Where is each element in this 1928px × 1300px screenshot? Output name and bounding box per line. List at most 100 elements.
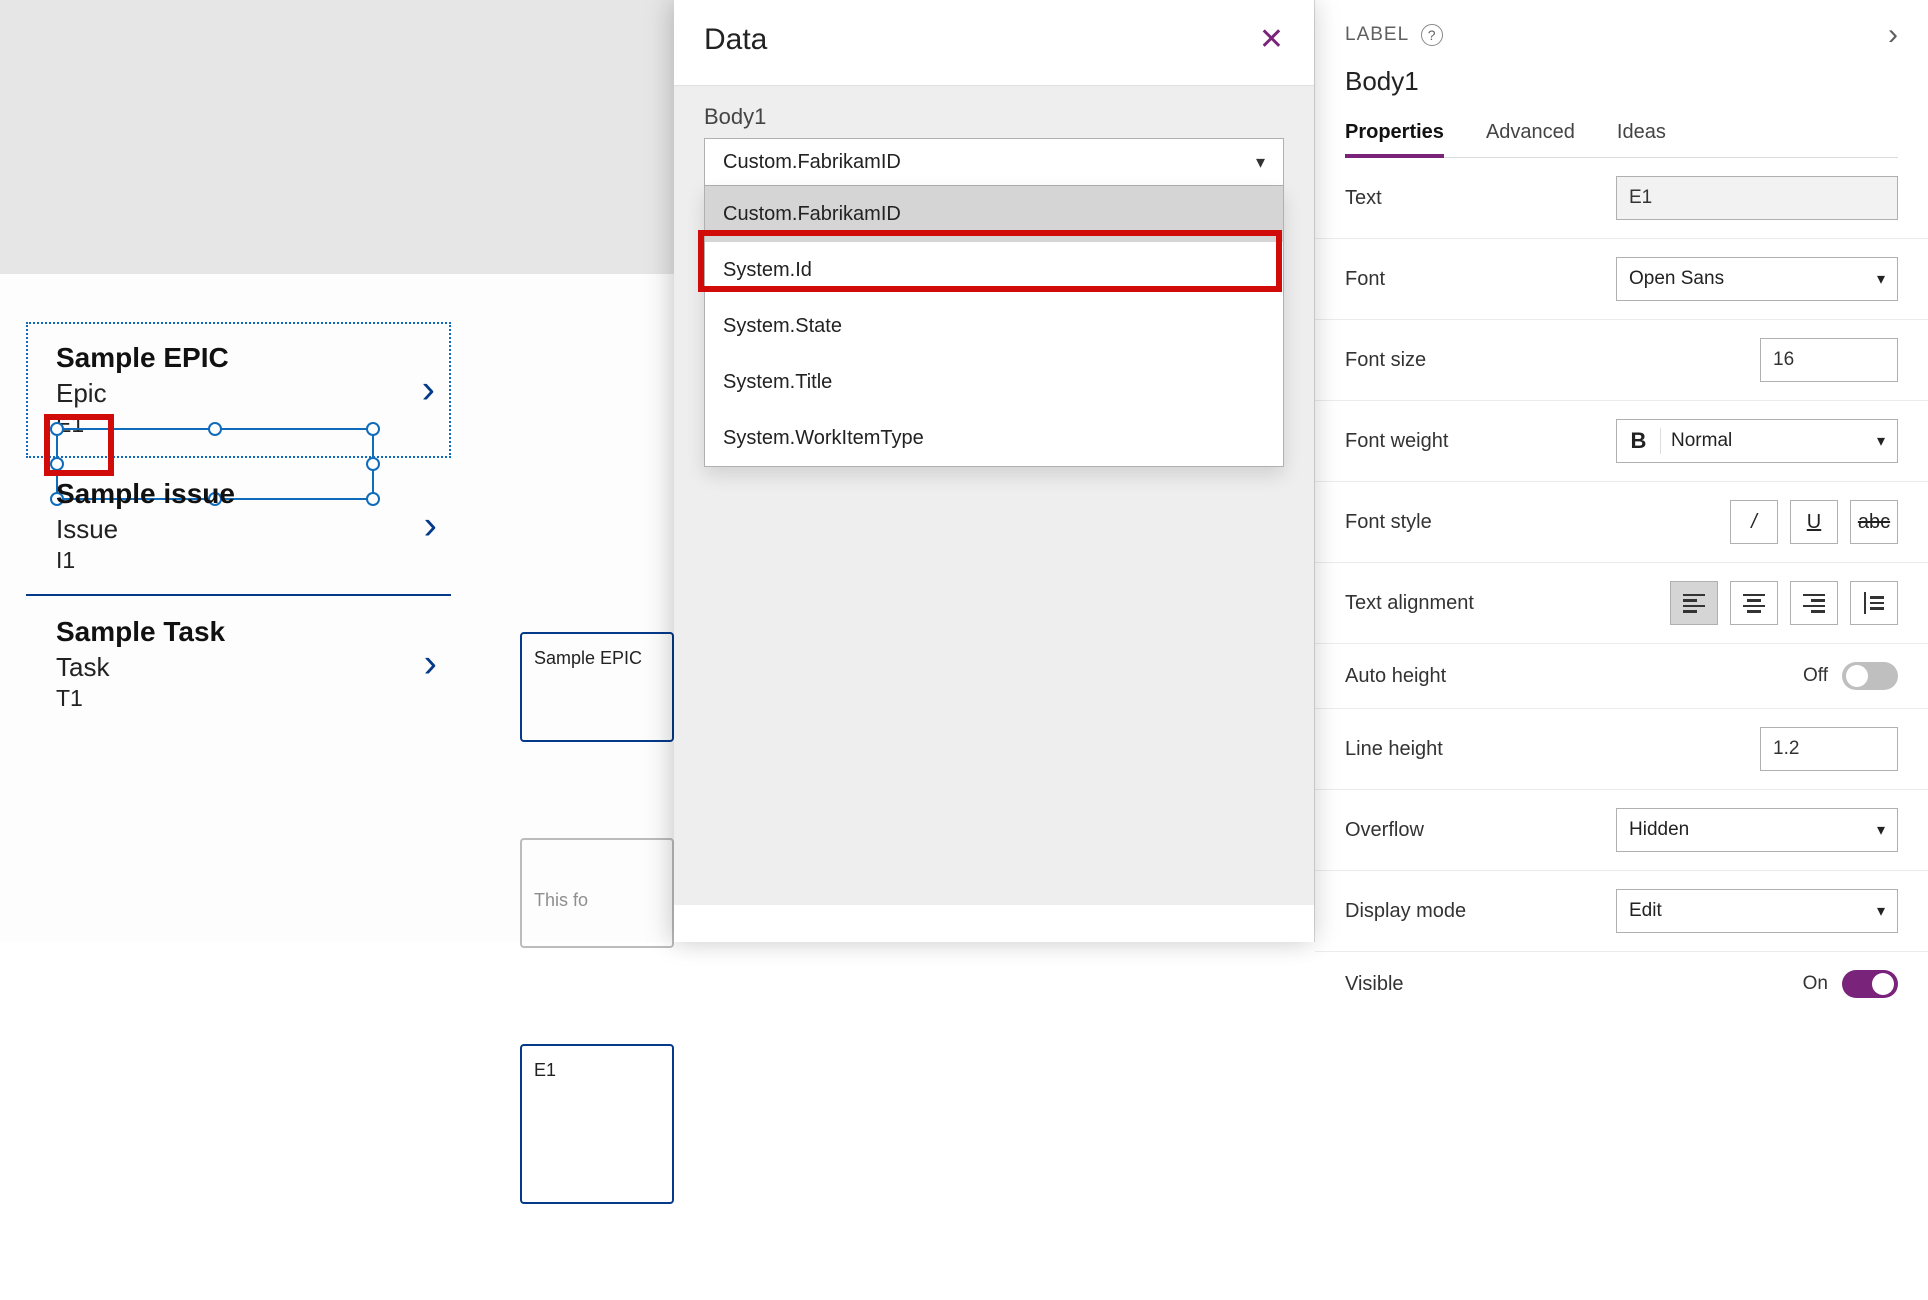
gallery-item-body: T1 xyxy=(56,685,437,712)
data-field-selected-value: Custom.FabrikamID xyxy=(723,151,901,174)
chevron-right-icon[interactable]: › xyxy=(424,642,437,687)
align-justify-button[interactable] xyxy=(1850,581,1898,625)
prop-label: Visible xyxy=(1345,973,1404,996)
close-icon[interactable]: ✕ xyxy=(1259,22,1284,57)
prop-label: Font weight xyxy=(1345,430,1448,453)
display-mode-value: Edit xyxy=(1629,900,1662,922)
help-icon[interactable]: ? xyxy=(1421,24,1443,46)
preview-card-text: E1 xyxy=(534,1060,556,1080)
gallery-item-body: I1 xyxy=(56,547,437,574)
font-weight-select[interactable]: B Normal ▾ xyxy=(1616,419,1898,463)
prop-label: Font xyxy=(1345,268,1385,291)
prop-row-font-size: Font size xyxy=(1315,320,1928,401)
prop-row-font-style: Font style / U abc xyxy=(1315,482,1928,563)
tab-advanced[interactable]: Advanced xyxy=(1486,121,1575,157)
prop-label: Line height xyxy=(1345,738,1443,761)
chevron-down-icon: ▾ xyxy=(1877,820,1885,840)
line-height-input[interactable] xyxy=(1760,727,1898,771)
chevron-down-icon: ▾ xyxy=(1865,431,1897,451)
resize-handle[interactable] xyxy=(366,422,380,436)
chevron-down-icon: ▾ xyxy=(1877,269,1885,289)
dropdown-option[interactable]: System.State xyxy=(705,298,1283,354)
preview-card-e1[interactable]: E1 xyxy=(520,1044,674,1204)
prop-label: Display mode xyxy=(1345,900,1466,923)
italic-button[interactable]: / xyxy=(1730,500,1778,544)
chevron-right-icon[interactable]: › xyxy=(422,368,435,413)
text-value-display[interactable]: E1 xyxy=(1616,176,1898,220)
gallery: Sample EPIC Epic E1 › Sample issue Issue… xyxy=(26,322,451,732)
data-panel: Data ✕ Body1 Custom.FabrikamID ▾ Custom.… xyxy=(674,0,1314,942)
italic-icon: / xyxy=(1751,511,1757,534)
overflow-value: Hidden xyxy=(1629,819,1689,841)
preview-card-epic[interactable]: Sample EPIC xyxy=(520,632,674,742)
chevron-right-icon[interactable]: › xyxy=(424,504,437,549)
preview-card-text: This fo xyxy=(534,890,588,911)
prop-label: Text xyxy=(1345,187,1382,210)
underline-icon: U xyxy=(1807,511,1821,534)
prop-row-font-weight: Font weight B Normal ▾ xyxy=(1315,401,1928,482)
align-justify-icon xyxy=(1864,592,1885,614)
control-name: Body1 xyxy=(1345,66,1898,97)
data-field-dropdown: Custom.FabrikamID System.Id System.State… xyxy=(704,186,1284,467)
strikethrough-button[interactable]: abc xyxy=(1850,500,1898,544)
prop-row-visible: Visible On xyxy=(1315,952,1928,1016)
bold-icon: B xyxy=(1617,428,1661,454)
prop-row-display-mode: Display mode Edit ▾ xyxy=(1315,871,1928,952)
align-right-icon xyxy=(1803,594,1825,613)
display-mode-select[interactable]: Edit ▾ xyxy=(1616,889,1898,933)
gallery-item-title: Sample issue xyxy=(56,478,437,510)
font-weight-value: Normal xyxy=(1661,430,1865,452)
prop-row-font: Font Open Sans ▾ xyxy=(1315,239,1928,320)
preview-column: Sample EPIC This fo E1 xyxy=(520,632,674,1300)
tab-properties[interactable]: Properties xyxy=(1345,121,1444,158)
chevron-right-icon[interactable]: › xyxy=(1888,18,1898,52)
visible-toggle[interactable] xyxy=(1842,970,1898,998)
gallery-item-subtitle: Issue xyxy=(56,514,437,545)
font-select[interactable]: Open Sans ▾ xyxy=(1616,257,1898,301)
preview-card-text: Sample EPIC xyxy=(534,648,642,668)
align-left-button[interactable] xyxy=(1670,581,1718,625)
gallery-item-issue[interactable]: Sample issue Issue I1 › xyxy=(26,458,451,596)
toggle-state-label: On xyxy=(1803,973,1828,995)
prop-row-line-height: Line height xyxy=(1315,709,1928,790)
canvas-background-top xyxy=(0,0,674,274)
annotation-highlight-body xyxy=(44,414,114,476)
properties-tabs: Properties Advanced Ideas xyxy=(1345,121,1898,158)
data-field-select[interactable]: Custom.FabrikamID ▾ xyxy=(704,138,1284,186)
font-select-value: Open Sans xyxy=(1629,268,1724,290)
align-right-button[interactable] xyxy=(1790,581,1838,625)
resize-handle[interactable] xyxy=(208,422,222,436)
align-left-icon xyxy=(1683,594,1705,613)
gallery-item-title: Sample Task xyxy=(56,616,437,648)
tab-ideas[interactable]: Ideas xyxy=(1617,121,1666,157)
prop-label: Overflow xyxy=(1345,819,1424,842)
properties-panel: LABEL ? › Body1 Properties Advanced Idea… xyxy=(1314,0,1928,942)
prop-label: Auto height xyxy=(1345,665,1446,688)
gallery-item-task[interactable]: Sample Task Task T1 › xyxy=(26,596,451,732)
chevron-down-icon: ▾ xyxy=(1877,901,1885,921)
toggle-state-label: Off xyxy=(1803,665,1828,687)
prop-row-overflow: Overflow Hidden ▾ xyxy=(1315,790,1928,871)
font-size-input[interactable] xyxy=(1760,338,1898,382)
data-section-label: Body1 xyxy=(704,104,1284,130)
gallery-item-subtitle: Task xyxy=(56,652,437,683)
underline-button[interactable]: U xyxy=(1790,500,1838,544)
dropdown-option[interactable]: System.WorkItemType xyxy=(705,410,1283,466)
prop-row-auto-height: Auto height Off xyxy=(1315,644,1928,709)
dropdown-option[interactable]: System.Title xyxy=(705,354,1283,410)
preview-card-placeholder[interactable]: This fo xyxy=(520,838,674,948)
data-panel-title: Data xyxy=(704,23,767,57)
prop-label: Text alignment xyxy=(1345,592,1474,615)
gallery-item-subtitle: Epic xyxy=(56,378,437,409)
prop-row-text-alignment: Text alignment xyxy=(1315,563,1928,644)
control-type-label: LABEL xyxy=(1345,24,1409,46)
prop-label: Font style xyxy=(1345,511,1432,534)
auto-height-toggle[interactable] xyxy=(1842,662,1898,690)
canvas-area: Sample EPIC Epic E1 › Sample issue Issue… xyxy=(0,274,674,942)
prop-label: Font size xyxy=(1345,349,1426,372)
align-center-button[interactable] xyxy=(1730,581,1778,625)
prop-row-text: Text E1 xyxy=(1315,158,1928,239)
overflow-select[interactable]: Hidden ▾ xyxy=(1616,808,1898,852)
annotation-highlight-dropdown xyxy=(698,230,1282,292)
gallery-item-title: Sample EPIC xyxy=(56,342,437,374)
